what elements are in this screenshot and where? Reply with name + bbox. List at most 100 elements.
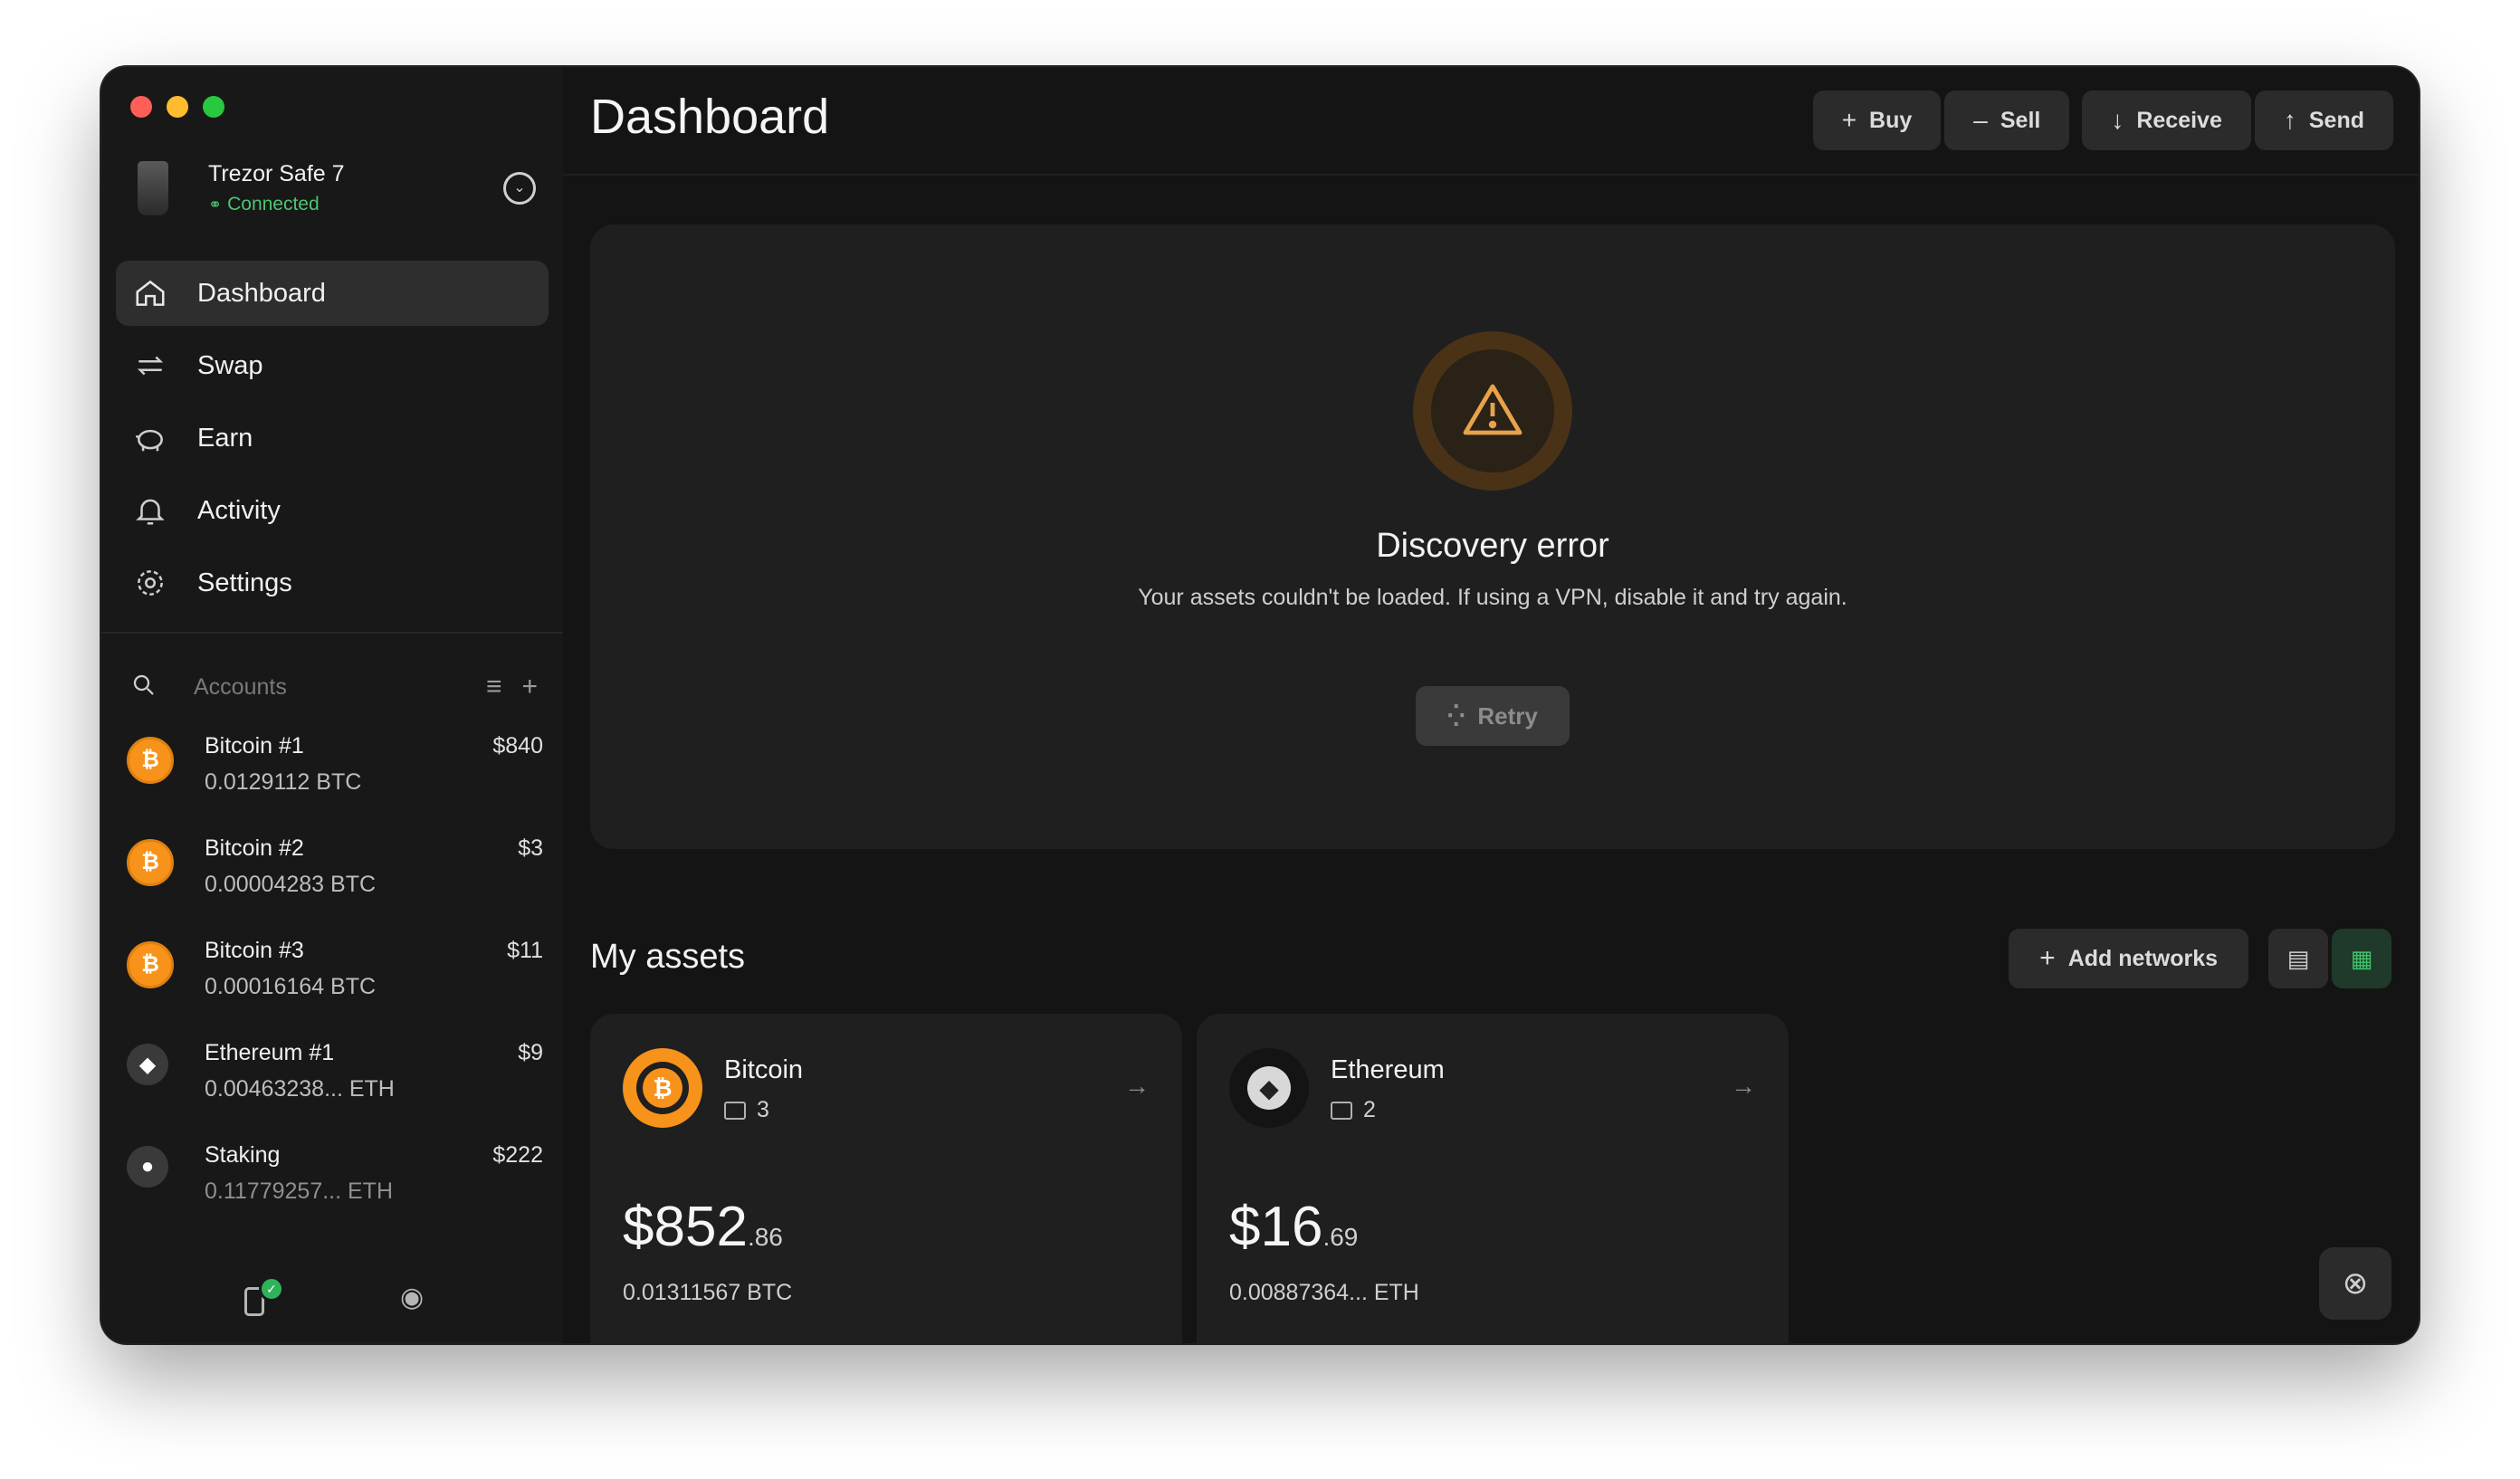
plus-icon: +: [2039, 943, 2056, 973]
account-item[interactable]: ◆ Ethereum #1 $9 0.00463238... ETH: [127, 1026, 543, 1128]
staking-piggy-icon: ●: [127, 1146, 168, 1188]
list-view-icon[interactable]: ▤: [2268, 929, 2328, 988]
sidebar-item-swap[interactable]: Swap: [116, 333, 549, 398]
sidebar-divider: [101, 632, 563, 634]
accounts-search-input[interactable]: Accounts: [194, 674, 466, 701]
sidebar-item-label: Dashboard: [197, 278, 326, 308]
close-window-button[interactable]: [130, 96, 152, 118]
asset-fiat-value: $16.69: [1229, 1195, 1358, 1259]
buy-label: Buy: [1869, 107, 1913, 133]
retry-button[interactable]: ⁛ Retry: [1416, 686, 1570, 746]
account-value: $840: [492, 733, 543, 759]
header-actions: + Buy – Sell ↓ Receive ↑ Send: [1812, 91, 2393, 150]
check-badge-icon: ✓: [259, 1276, 284, 1302]
account-name: Ethereum #1: [205, 1040, 335, 1065]
arrow-right-icon[interactable]: →: [1731, 1072, 1756, 1101]
eye-icon[interactable]: ◉: [400, 1282, 424, 1313]
buy-button[interactable]: + Buy: [1812, 91, 1942, 150]
asset-name: Ethereum: [1331, 1055, 1445, 1084]
device-selector[interactable]: Trezor Safe 7 ⚭ Connected ⌄: [138, 157, 536, 230]
piggy-bank-icon: [132, 420, 168, 456]
trezor-device-icon: [138, 161, 168, 215]
asset-card-ethereum[interactable]: ◆ Ethereum 2 → $16.69 0.00887364... ETH: [1197, 1014, 1789, 1343]
account-amount: 0.0129112 BTC: [205, 769, 362, 795]
search-icon[interactable]: [130, 672, 158, 703]
bitcoin-icon: ₿: [127, 941, 174, 988]
account-value: $9: [518, 1040, 543, 1065]
account-value: $222: [492, 1142, 543, 1168]
device-status: ⚭ Connected: [208, 194, 320, 215]
account-item[interactable]: ₿ Bitcoin #3 $11 0.00016164 BTC: [127, 923, 543, 1026]
asset-name: Bitcoin: [724, 1055, 804, 1084]
add-networks-button[interactable]: + Add networks: [2009, 929, 2248, 988]
account-name: Staking: [205, 1142, 281, 1168]
sidebar-item-label: Earn: [197, 423, 253, 453]
retry-label: Retry: [1477, 701, 1538, 730]
account-item[interactable]: ₿ Bitcoin #1 $840 0.0129112 BTC: [127, 719, 543, 821]
error-description: Your assets couldn't be loaded. If using…: [1138, 585, 1847, 610]
receive-button[interactable]: ↓ Receive: [2082, 91, 2251, 150]
error-title: Discovery error: [1376, 527, 1609, 565]
value-cents: .69: [1322, 1223, 1359, 1251]
sidebar-footer: ✓ ◉: [101, 1271, 563, 1325]
bell-icon: [132, 492, 168, 529]
sidebar-item-dashboard[interactable]: Dashboard: [116, 261, 549, 326]
filter-icon[interactable]: ≡: [486, 672, 502, 702]
asset-card-bitcoin[interactable]: ₿ Bitcoin 3 → $852.86 0.01311567 BTC: [590, 1014, 1182, 1343]
add-networks-label: Add networks: [2067, 945, 2218, 971]
trade-button-group: + Buy – Sell: [1812, 91, 2070, 150]
account-value: $11: [507, 938, 543, 963]
sidebar-item-activity[interactable]: Activity: [116, 478, 549, 543]
account-amount: 0.00004283 BTC: [205, 872, 377, 897]
minus-icon: –: [1973, 106, 1988, 134]
arrow-down-icon: ↓: [2111, 106, 2124, 134]
sidebar: Trezor Safe 7 ⚭ Connected ⌄ Dashboard Swa…: [101, 67, 563, 1343]
account-count: 2: [1363, 1097, 1376, 1122]
asset-crypto-amount: 0.00887364... ETH: [1229, 1280, 1419, 1305]
account-item[interactable]: ₿ Bitcoin #2 $3 0.00004283 BTC: [127, 821, 543, 923]
asset-account-count: 2: [1331, 1097, 1376, 1123]
asset-crypto-amount: 0.01311567 BTC: [623, 1280, 793, 1305]
send-label: Send: [2308, 107, 2364, 133]
bitcoin-icon: ₿: [127, 737, 174, 784]
sell-button[interactable]: – Sell: [1944, 91, 2070, 150]
sell-label: Sell: [2000, 107, 2041, 133]
window-controls: [130, 96, 224, 118]
accounts-list: ₿ Bitcoin #1 $840 0.0129112 BTC ₿ Bitcoi…: [127, 719, 543, 1230]
chevron-down-icon[interactable]: ⌄: [503, 172, 536, 205]
accounts-header: Accounts ≡ +: [130, 664, 538, 710]
swap-icon: [132, 348, 168, 384]
arrow-right-icon[interactable]: →: [1124, 1072, 1150, 1101]
account-name: Bitcoin #2: [205, 835, 304, 861]
account-name: Bitcoin #3: [205, 938, 304, 963]
grid-view-icon[interactable]: ▦: [2332, 929, 2391, 988]
gear-icon: [132, 565, 168, 601]
maximize-window-button[interactable]: [203, 96, 224, 118]
account-value: $3: [518, 835, 543, 861]
sidebar-nav: Dashboard Swap Earn Activity Settings: [116, 261, 549, 623]
minimize-window-button[interactable]: [167, 96, 188, 118]
link-icon: ⚭: [208, 196, 223, 214]
device-name: Trezor Safe 7: [208, 161, 345, 186]
warning-badge: [1413, 331, 1572, 491]
value-cents: .86: [747, 1223, 783, 1251]
bitcoin-icon: ₿: [623, 1048, 702, 1128]
assets-section-title: My assets: [590, 938, 746, 976]
account-item[interactable]: ● Staking $222 0.11779257... ETH: [127, 1128, 543, 1230]
assets-actions: + Add networks ▤ ▦: [2009, 929, 2391, 988]
app-window: Trezor Safe 7 ⚭ Connected ⌄ Dashboard Swa…: [101, 67, 2419, 1343]
ethereum-icon: ◆: [127, 1044, 168, 1085]
sidebar-item-settings[interactable]: Settings: [116, 550, 549, 615]
ethereum-icon: ◆: [1229, 1048, 1309, 1128]
account-amount: 0.11779257... ETH: [205, 1178, 394, 1204]
sidebar-item-label: Activity: [197, 495, 281, 525]
account-amount: 0.00016164 BTC: [205, 974, 377, 999]
value-main: $16: [1229, 1196, 1323, 1258]
wallet-icon: [724, 1102, 746, 1121]
account-count: 3: [757, 1097, 769, 1122]
spinner-icon: ⁛: [1447, 704, 1465, 727]
sidebar-item-earn[interactable]: Earn: [116, 406, 549, 471]
send-button[interactable]: ↑ Send: [2254, 91, 2393, 150]
add-account-icon[interactable]: +: [521, 672, 538, 702]
help-lifebuoy-icon[interactable]: ⊗: [2319, 1247, 2391, 1320]
